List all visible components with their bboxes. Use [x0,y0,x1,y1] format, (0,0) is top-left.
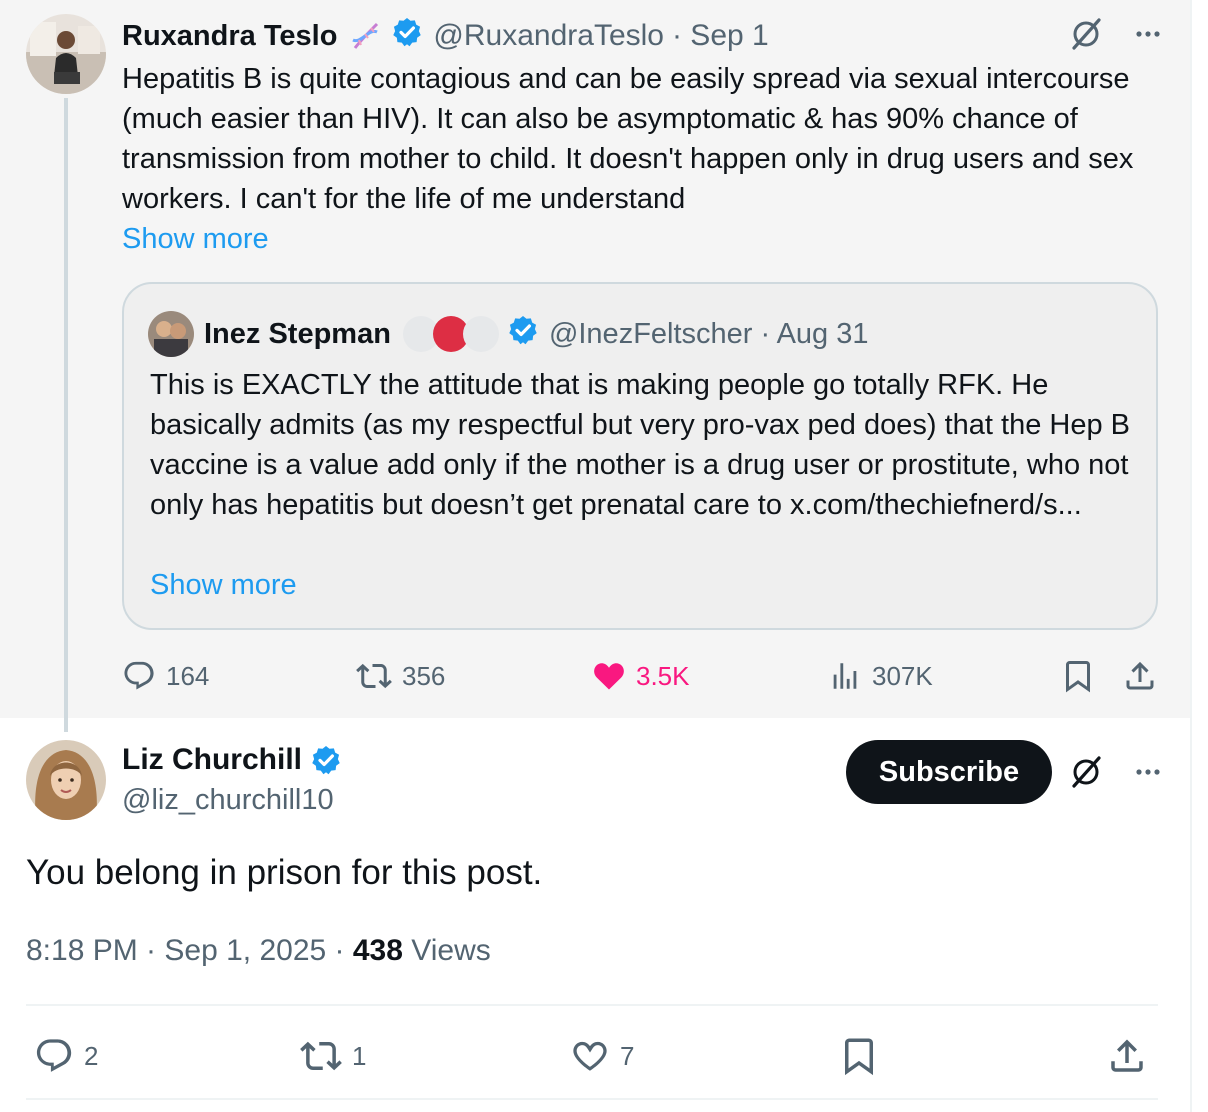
views-button[interactable]: 307K [828,652,933,700]
share-icon [1106,1035,1158,1077]
parent-author-handle[interactable]: @RuxandraTeslo [433,19,664,53]
parent-tweet-text: Hepatitis B is quite contagious and can … [122,63,1134,215]
ruxandra-avatar[interactable] [26,14,106,94]
parent-date[interactable]: · Sep 1 [672,19,769,53]
thread-connector-line [64,98,68,732]
subscribe-button[interactable]: Subscribe [846,740,1052,804]
reply-icon [122,659,166,693]
verified-badge-icon [391,16,423,56]
repost-count: 1 [352,1040,367,1071]
like-button[interactable]: 3.5K [592,652,690,700]
quoted-tweet[interactable]: Inez Stepman @InezFeltscher · Aug 31 Thi… [122,282,1158,630]
share-button[interactable] [1106,1030,1158,1082]
grok-icon[interactable] [1066,14,1106,54]
liz-avatar[interactable] [26,740,106,820]
repost-button[interactable]: 1 [300,1030,366,1082]
reply-author-name[interactable]: Liz Churchill [122,740,302,780]
reply-author-handle[interactable]: @liz_churchill10 [122,780,334,820]
reply-action-bar: 2 1 7 [26,1030,1158,1082]
bookmark-icon [838,1035,890,1077]
parent-header: Ruxandra Teslo @RuxandraTeslo · Sep 1 [122,16,769,56]
like-count: 7 [620,1040,635,1071]
bookmark-button[interactable] [1060,652,1106,700]
repost-button[interactable]: 356 [356,652,445,700]
reply-button[interactable]: 164 [122,652,209,700]
emoji-circles [402,316,499,352]
quote-author-handle[interactable]: @InezFeltscher [549,318,753,351]
reply-count: 2 [84,1040,99,1071]
more-icon[interactable] [1132,756,1164,788]
like-count: 3.5K [636,660,690,691]
quote-show-more-link[interactable]: Show more [150,565,297,605]
parent-author-name[interactable]: Ruxandra Teslo [122,20,337,53]
bookmark-icon [1060,658,1106,694]
repost-icon [300,1035,352,1077]
like-icon [570,1036,620,1076]
like-icon [592,659,636,693]
reply-top-icons [1066,752,1164,792]
dna-icon [347,18,383,54]
reply-metadata: 8:18 PM · Sep 1, 2025 · 438 Views [26,930,491,972]
views-count: 307K [872,660,933,691]
column-border [1190,0,1192,1112]
repost-icon [356,658,402,694]
reply-author-row: Liz Churchill [122,740,342,780]
quote-header: Inez Stepman @InezFeltscher · Aug 31 [148,311,868,357]
more-icon[interactable] [1132,18,1164,50]
like-button[interactable]: 7 [570,1030,634,1082]
bookmark-button[interactable] [838,1030,890,1082]
quote-text: This is EXACTLY the attitude that is mak… [150,369,1130,521]
parent-top-icons [1066,14,1164,54]
share-icon [1122,658,1168,694]
repost-count: 356 [402,660,446,691]
quote-date[interactable]: · Aug 31 [760,318,868,351]
reply-timestamp[interactable]: 8:18 PM · Sep 1, 2025 · [26,934,353,967]
reply-views-label: Views [402,934,491,967]
reply-count: 164 [166,660,210,691]
divider [26,1098,1158,1100]
divider [26,1004,1158,1006]
quote-author-name[interactable]: Inez Stepman [204,318,391,351]
parent-tweet[interactable]: Ruxandra Teslo @RuxandraTeslo · Sep 1 He… [0,0,1190,718]
white-circle-icon [462,316,499,352]
share-button[interactable] [1122,652,1168,700]
reply-text: You belong in prison for this post. [26,853,543,892]
verified-badge-icon [507,314,539,354]
parent-action-bar: 164 356 3.5K 307K [122,652,1162,700]
reply-button[interactable]: 2 [34,1030,98,1082]
reply-view-count: 438 [352,934,403,967]
verified-badge-icon [310,744,342,776]
grok-icon[interactable] [1066,752,1106,792]
views-icon [828,659,872,693]
parent-show-more-link[interactable]: Show more [122,219,269,259]
inez-avatar[interactable] [148,311,194,357]
reply-icon [34,1036,84,1076]
